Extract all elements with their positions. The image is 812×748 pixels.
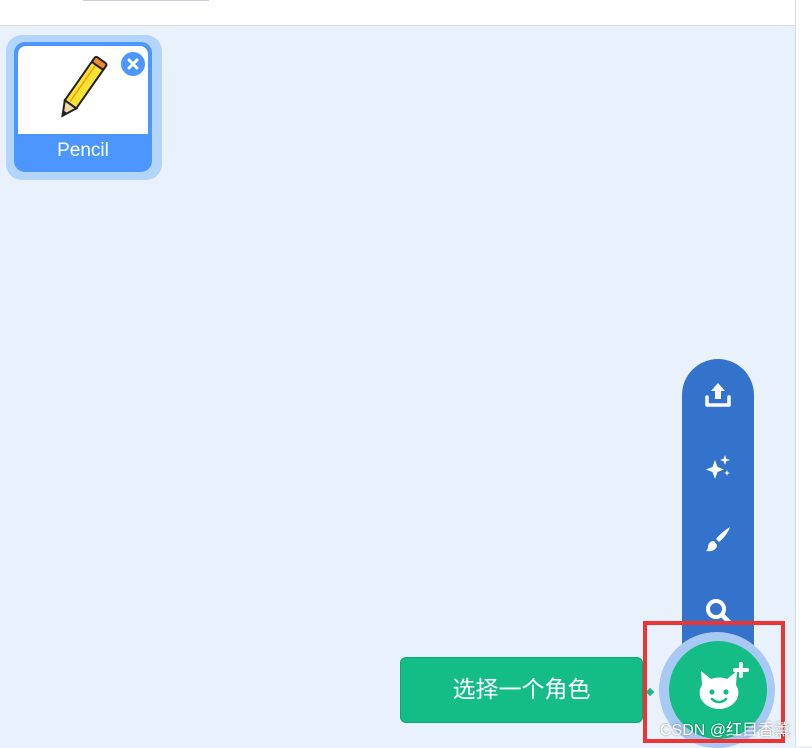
paint-brush-icon bbox=[706, 527, 730, 552]
sprite-tile-pencil[interactable]: Pencil bbox=[6, 35, 162, 180]
surprise-sprite-button[interactable] bbox=[682, 443, 754, 491]
watermark-text: CSDN @红目香薰 bbox=[660, 722, 791, 739]
sprite-menu-column bbox=[682, 359, 754, 659]
choose-sprite-tooltip: 选择一个角色 bbox=[400, 657, 643, 723]
sprite-name-label: Pencil bbox=[57, 140, 109, 161]
surprise-sparkle-icon bbox=[706, 455, 730, 479]
pencil-icon bbox=[61, 55, 108, 118]
upload-sprite-button[interactable] bbox=[682, 371, 754, 419]
top-bar bbox=[0, 0, 795, 26]
close-icon bbox=[127, 58, 139, 70]
stage-edge bbox=[796, 0, 812, 746]
tab-underline bbox=[83, 0, 209, 1]
paint-sprite-button[interactable] bbox=[682, 515, 754, 563]
upload-icon bbox=[705, 383, 731, 407]
sprite-delete-button[interactable] bbox=[119, 50, 147, 78]
